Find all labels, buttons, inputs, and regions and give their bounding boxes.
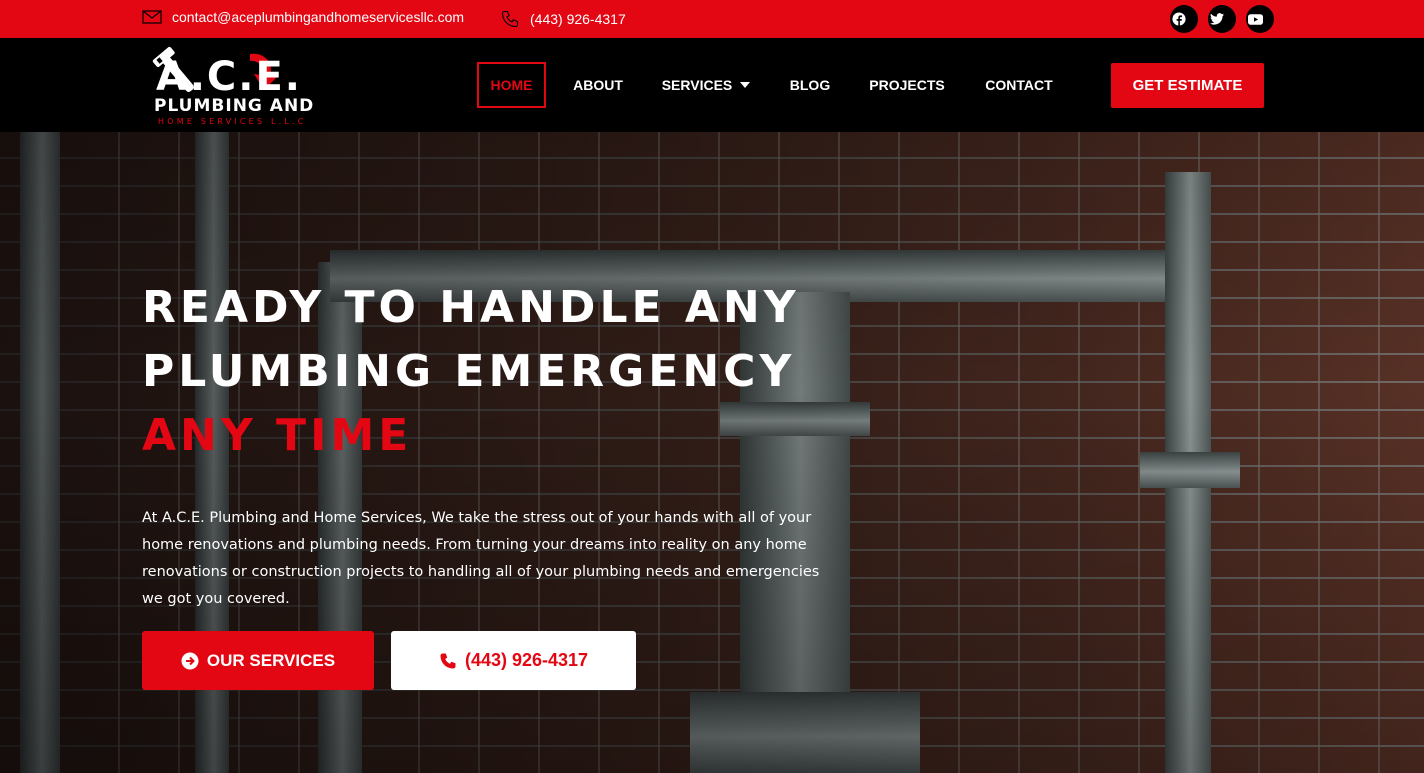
- phone-icon: [440, 653, 456, 668]
- nav-contact[interactable]: CONTACT: [976, 62, 1062, 108]
- nav-blog-label: BLOG: [789, 77, 831, 93]
- call-phone-button[interactable]: (443) 926-4317: [391, 631, 636, 690]
- hero-headline-line-2: plumbing emergency: [142, 346, 796, 397]
- hero-section: Ready to handle any plumbing emergency a…: [0, 132, 1424, 773]
- twitter-icon: [1210, 13, 1224, 25]
- call-phone-label: (443) 926-4317: [464, 650, 589, 670]
- logo-tag-text: HOME SERVICES L.L.C: [158, 117, 307, 126]
- youtube-icon: [1247, 13, 1263, 25]
- hero-description: At A.C.E. Plumbing and Home Services, We…: [142, 510, 820, 607]
- facebook-icon: [1172, 12, 1186, 26]
- get-estimate-button[interactable]: GET ESTIMATE: [1111, 63, 1264, 108]
- phone-icon: [501, 10, 519, 28]
- chevron-down-icon: [740, 82, 751, 88]
- nav-services-label: SERVICES: [661, 77, 733, 93]
- logo-sub-text: PLUMBING AND: [154, 96, 314, 116]
- site-logo[interactable]: A.C.E. PLUMBING AND HOME SERVICES L.L.C: [152, 44, 334, 126]
- our-services-button[interactable]: OUR SERVICES: [142, 631, 374, 690]
- nav-home-label: HOME: [490, 77, 533, 93]
- top-email-text[interactable]: contact@aceplumbingandhomeservicesllc.co…: [172, 9, 464, 25]
- nav-projects-label: PROJECTS: [869, 77, 945, 93]
- nav-contact-label: CONTACT: [985, 77, 1053, 93]
- facebook-link[interactable]: [1170, 5, 1198, 33]
- nav-projects[interactable]: PROJECTS: [864, 62, 950, 108]
- youtube-link[interactable]: [1246, 5, 1274, 33]
- our-services-label: OUR SERVICES: [206, 650, 336, 670]
- nav-about-label: ABOUT: [573, 77, 623, 93]
- logo-main-text: A.C.E.: [156, 54, 302, 100]
- nav-blog[interactable]: BLOG: [782, 62, 838, 108]
- twitter-link[interactable]: [1208, 5, 1236, 33]
- top-phone-text[interactable]: (443) 926-4317: [530, 11, 626, 27]
- hero-headline-line-1: Ready to handle any: [142, 282, 800, 333]
- top-phone[interactable]: (443) 926-4317: [500, 9, 626, 29]
- main-header: A.C.E. PLUMBING AND HOME SERVICES L.L.C …: [0, 38, 1424, 132]
- envelope-icon: [142, 10, 162, 24]
- arrow-circle-right-icon: [181, 652, 199, 669]
- hero-headline-line-3: any time: [142, 410, 413, 461]
- top-bar: contact@aceplumbingandhomeservicesllc.co…: [0, 0, 1424, 38]
- nav-about[interactable]: ABOUT: [566, 62, 630, 108]
- top-email[interactable]: contact@aceplumbingandhomeservicesllc.co…: [142, 9, 464, 25]
- nav-services[interactable]: SERVICES: [656, 62, 756, 108]
- nav-home[interactable]: HOME: [477, 62, 546, 108]
- ace-logo-mark: A.C.E. PLUMBING AND HOME SERVICES L.L.C: [152, 46, 314, 126]
- get-estimate-label: GET ESTIMATE: [1132, 77, 1243, 94]
